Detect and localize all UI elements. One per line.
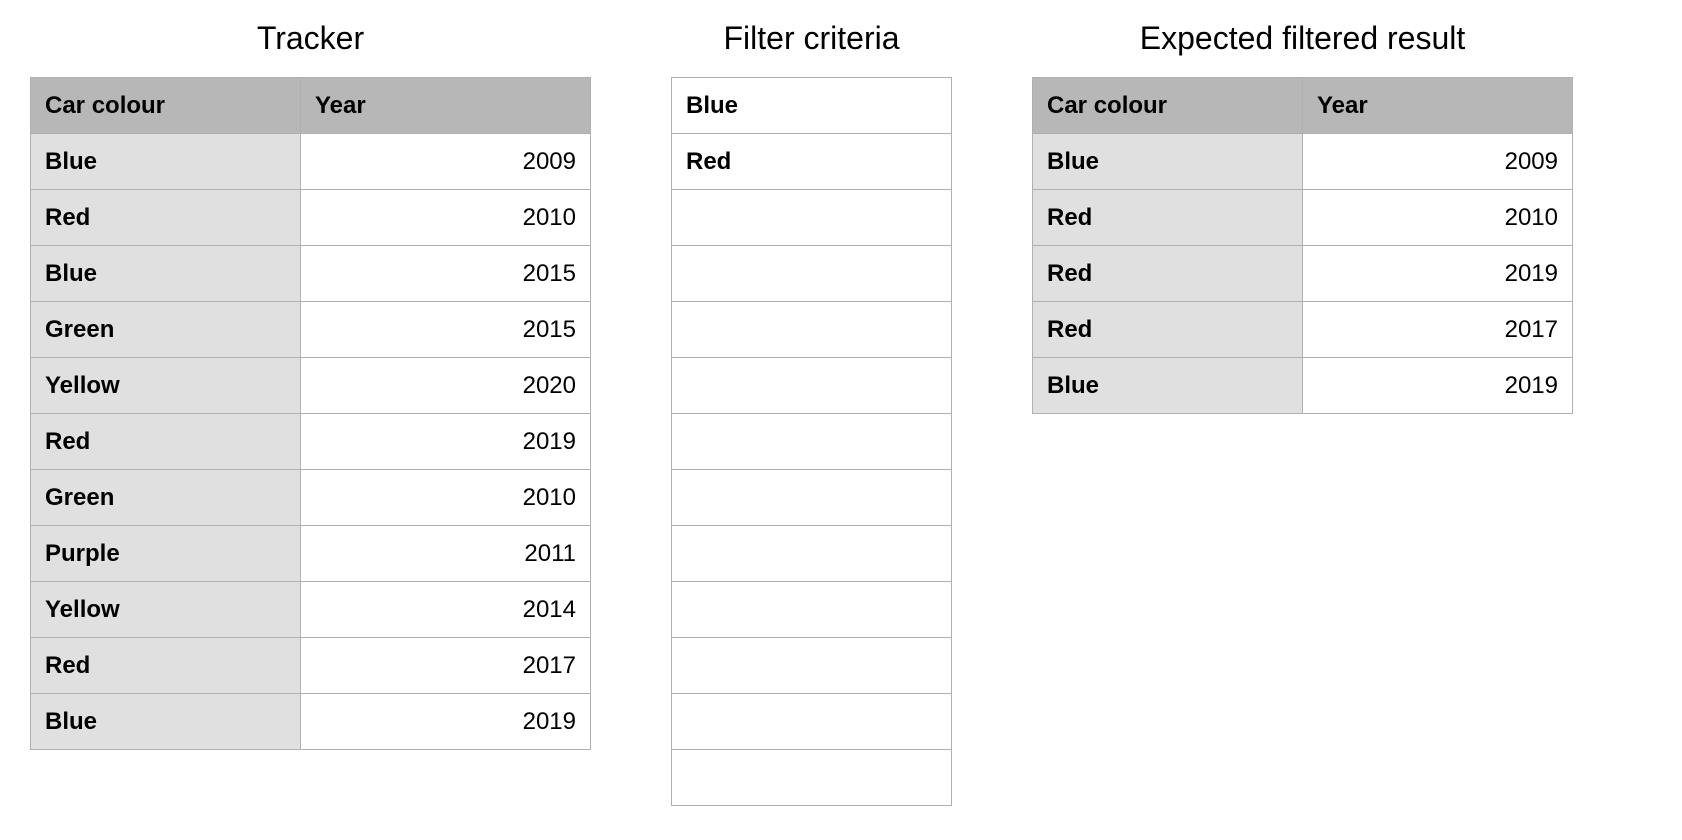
result-title: Expected filtered result [1140,20,1466,57]
result-row-year: 2019 [1303,358,1573,414]
criteria-cell [672,750,952,806]
result-table: Car colour Year Blue2009Red2010Red2019Re… [1032,77,1573,414]
tracker-row-year: 2015 [301,246,591,302]
result-row-year: 2017 [1303,302,1573,358]
table-row: Yellow2014 [31,582,591,638]
tracker-row-year: 2017 [301,638,591,694]
table-row: Blue2009 [1033,134,1573,190]
result-row-colour: Red [1033,302,1303,358]
tracker-row-colour: Red [31,414,301,470]
tracker-row-year: 2020 [301,358,591,414]
table-row: Blue2009 [31,134,591,190]
table-row: Red2019 [31,414,591,470]
tracker-row-colour: Green [31,302,301,358]
tracker-header-year: Year [301,78,591,134]
table-row [672,750,952,806]
result-row-colour: Red [1033,190,1303,246]
criteria-cell [672,470,952,526]
table-row: Red2019 [1033,246,1573,302]
table-row [672,302,952,358]
criteria-table: BlueRed [671,77,952,806]
criteria-cell [672,526,952,582]
result-row-year: 2009 [1303,134,1573,190]
table-row: Blue [672,78,952,134]
table-row: Red2010 [31,190,591,246]
criteria-cell: Blue [672,78,952,134]
criteria-cell [672,190,952,246]
tracker-row-colour: Yellow [31,582,301,638]
tracker-row-year: 2019 [301,694,591,750]
table-row: Purple2011 [31,526,591,582]
result-row-colour: Red [1033,246,1303,302]
tracker-row-year: 2011 [301,526,591,582]
tracker-row-year: 2010 [301,190,591,246]
table-row [672,582,952,638]
tracker-row-colour: Blue [31,694,301,750]
table-row: Blue2015 [31,246,591,302]
tracker-table: Car colour Year Blue2009Red2010Blue2015G… [30,77,591,750]
table-row: Green2015 [31,302,591,358]
tracker-section: Tracker Car colour Year Blue2009Red2010B… [30,20,591,750]
table-row: Red2017 [31,638,591,694]
table-row: Blue2019 [31,694,591,750]
tracker-row-year: 2009 [301,134,591,190]
criteria-cell: Red [672,134,952,190]
result-header-colour: Car colour [1033,78,1303,134]
result-row-year: 2019 [1303,246,1573,302]
tracker-row-colour: Green [31,470,301,526]
table-row: Red [672,134,952,190]
tracker-row-year: 2019 [301,414,591,470]
table-row [672,246,952,302]
criteria-cell [672,302,952,358]
table-row [672,470,952,526]
criteria-cell [672,246,952,302]
table-row [672,638,952,694]
tracker-header-colour: Car colour [31,78,301,134]
result-row-year: 2010 [1303,190,1573,246]
result-section: Expected filtered result Car colour Year… [1032,20,1573,414]
criteria-cell [672,694,952,750]
table-row [672,414,952,470]
tracker-row-colour: Yellow [31,358,301,414]
tracker-row-year: 2014 [301,582,591,638]
criteria-cell [672,358,952,414]
result-row-colour: Blue [1033,134,1303,190]
table-row: Red2017 [1033,302,1573,358]
table-row [672,190,952,246]
result-header-year: Year [1303,78,1573,134]
table-row: Yellow2020 [31,358,591,414]
table-row [672,694,952,750]
criteria-cell [672,414,952,470]
table-row [672,358,952,414]
tracker-row-colour: Red [31,638,301,694]
criteria-section: Filter criteria BlueRed [671,20,952,806]
table-row: Green2010 [31,470,591,526]
criteria-title: Filter criteria [723,20,899,57]
tracker-row-colour: Blue [31,134,301,190]
table-row: Blue2019 [1033,358,1573,414]
tracker-row-colour: Blue [31,246,301,302]
table-row [672,526,952,582]
criteria-cell [672,638,952,694]
tracker-row-colour: Purple [31,526,301,582]
criteria-cell [672,582,952,638]
result-row-colour: Blue [1033,358,1303,414]
table-row: Red2010 [1033,190,1573,246]
tracker-title: Tracker [257,20,364,57]
tracker-row-year: 2015 [301,302,591,358]
tracker-row-colour: Red [31,190,301,246]
tracker-row-year: 2010 [301,470,591,526]
